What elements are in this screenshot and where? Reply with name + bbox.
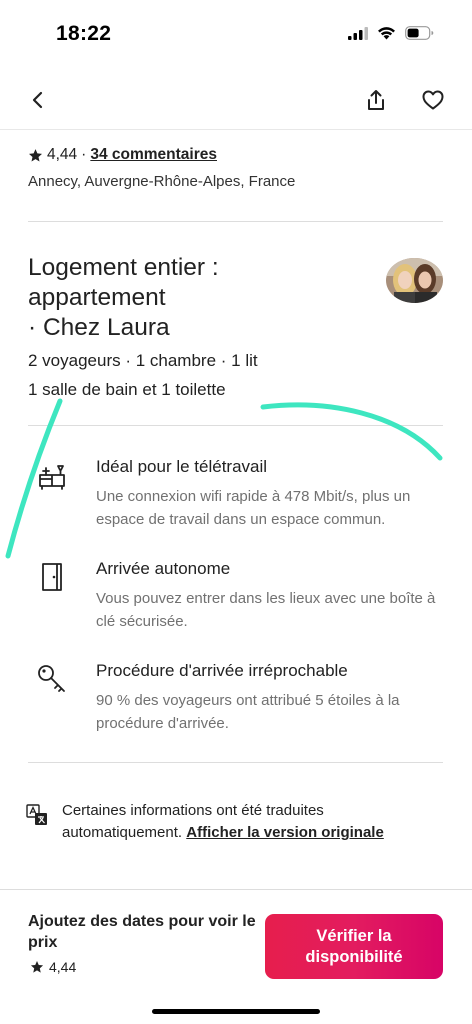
section-divider — [28, 425, 443, 426]
translation-text: Certaines informations ont été traduites… — [62, 800, 442, 844]
host-avatar[interactable] — [386, 258, 443, 303]
section-divider — [28, 762, 443, 763]
feature-item: Idéal pour le télétravail Une connexion … — [28, 457, 443, 537]
heart-icon — [422, 90, 444, 110]
feature-title: Procédure d'arrivée irréprochable — [96, 661, 348, 680]
back-button[interactable] — [24, 86, 52, 114]
check-availability-button[interactable]: Vérifier la disponibilité — [265, 914, 443, 979]
listing-title-line: Logement entier : — [28, 254, 219, 281]
show-original-link[interactable]: Afficher la version originale — [186, 824, 384, 841]
home-indicator — [152, 1009, 320, 1014]
feature-title: Arrivée autonome — [96, 559, 231, 578]
feature-item: Procédure d'arrivée irréprochable 90 % d… — [28, 661, 443, 741]
capacity-line: 2 voyageurs · 1 chambre · 1 lit — [28, 351, 258, 370]
top-nav-bar — [0, 78, 472, 124]
door-icon — [42, 563, 62, 591]
listing-title-line: appartement — [28, 284, 166, 311]
cellular-signal-icon — [348, 26, 368, 40]
footer-price-prompt: Ajoutez des dates pour voir le prix — [28, 913, 256, 951]
location-text: Annecy, Auvergne-Rhône-Alpes, France — [28, 173, 296, 190]
share-button[interactable] — [362, 86, 390, 114]
wifi-icon — [378, 27, 395, 40]
desk-icon — [39, 465, 65, 490]
key-icon — [38, 665, 65, 692]
chevron-left-icon — [32, 91, 43, 109]
feature-description: 90 % des voyageurs ont attribué 5 étoile… — [96, 692, 400, 732]
reviews-link[interactable]: 34 commentaires — [90, 146, 217, 164]
feature-description: Vous pouvez entrer dans les lieux avec u… — [96, 590, 436, 630]
footer-rating-value: 4,44 — [49, 959, 77, 975]
annotation-stroke — [260, 402, 443, 461]
feature-description: Une connexion wifi rapide à 478 Mbit/s, … — [96, 488, 411, 528]
status-bar: 18:22 — [0, 0, 472, 70]
feature-item: Arrivée autonome Vous pouvez entrer dans… — [28, 559, 443, 639]
listing-title-line: · Chez Laura — [28, 314, 170, 341]
save-button[interactable] — [419, 86, 447, 114]
listing-capacity: 2 voyageurs · 1 chambre · 1 lit 1 salle … — [28, 346, 258, 404]
nav-divider — [0, 129, 472, 130]
footer-rating: 4,44 — [30, 959, 76, 975]
battery-icon — [405, 26, 434, 40]
feature-title: Idéal pour le télétravail — [96, 457, 268, 476]
status-icons — [348, 26, 434, 40]
status-time: 18:22 — [56, 22, 112, 45]
translate-icon — [26, 804, 47, 825]
footer-divider — [0, 889, 472, 890]
star-icon — [28, 148, 43, 163]
rating-value: 4,44 — [47, 146, 78, 163]
star-icon — [30, 961, 44, 973]
rating-row: 4,44 · 34 commentaires — [28, 146, 217, 164]
listing-title: Logement entier : appartement · Chez Lau… — [28, 253, 358, 343]
bathroom-line: 1 salle de bain et 1 toilette — [28, 380, 226, 399]
section-divider — [28, 221, 443, 222]
share-icon — [368, 90, 384, 110]
rating-separator: · — [81, 146, 87, 163]
